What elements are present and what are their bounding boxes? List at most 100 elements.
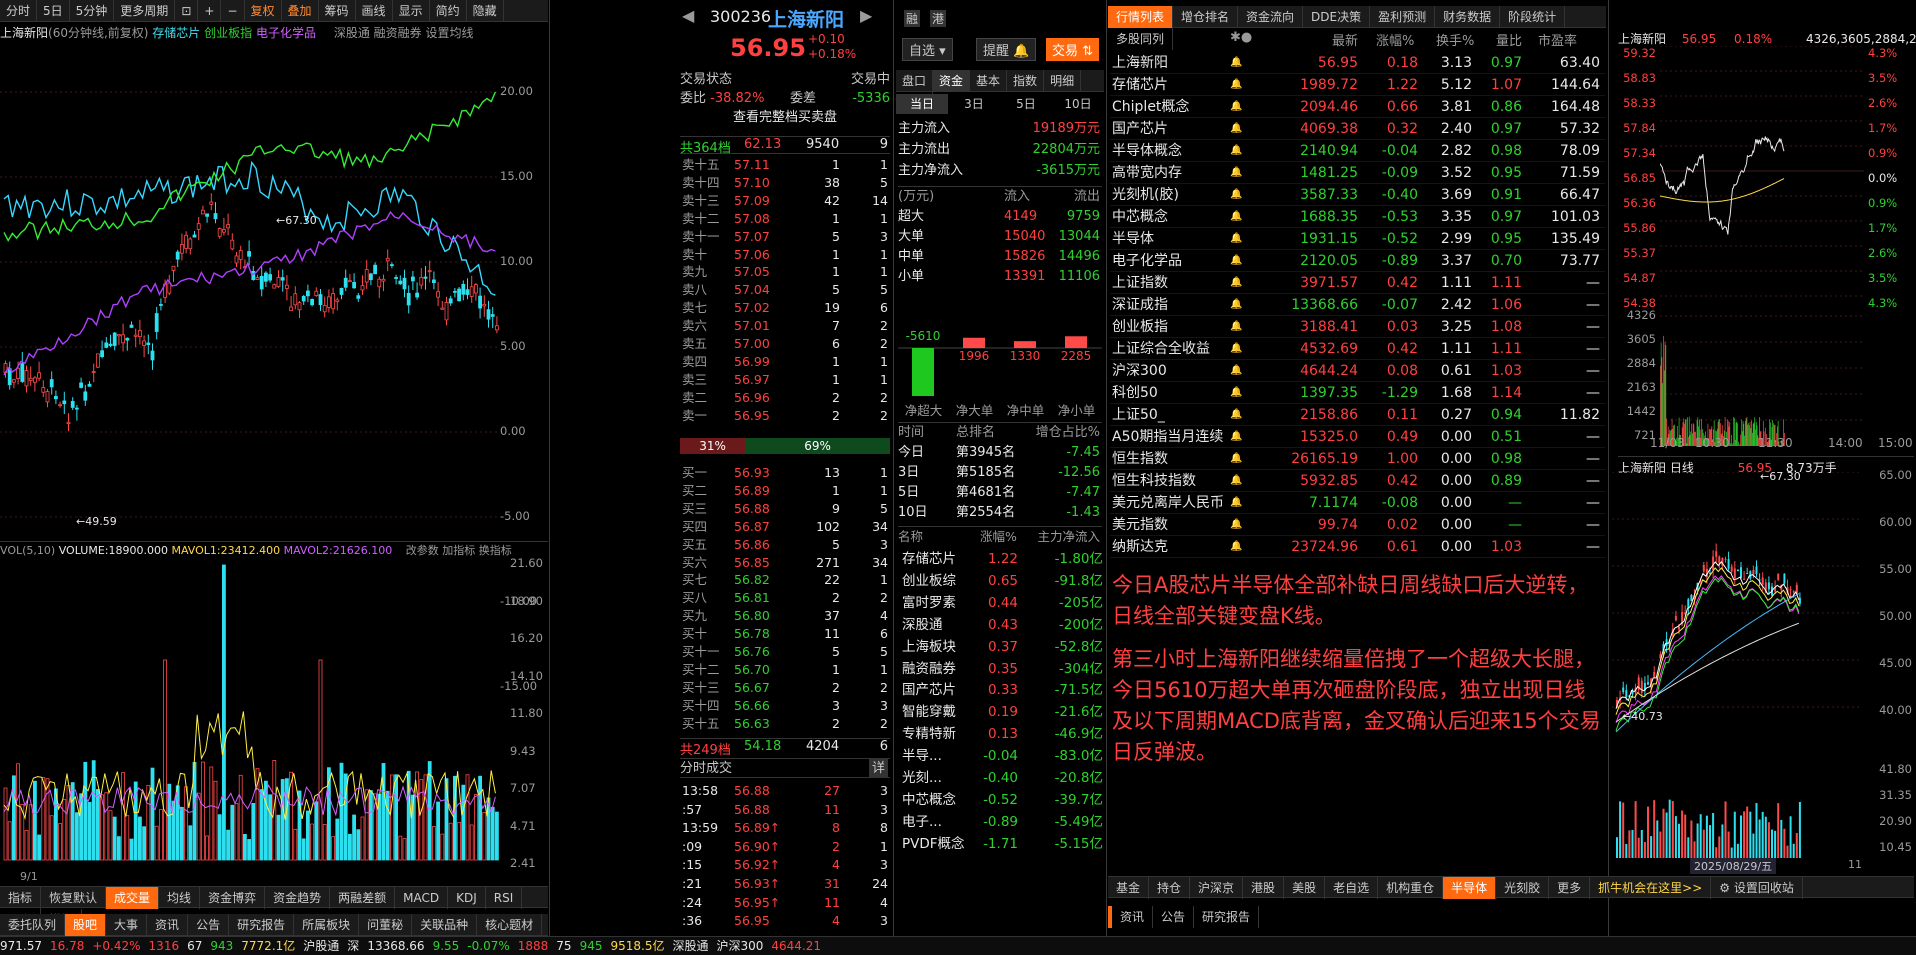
ticks-detail-button[interactable]: 详 [868, 759, 888, 778]
simple-button[interactable]: 简约 [430, 0, 467, 22]
overlay-storage[interactable]: 存储芯片 [152, 26, 200, 40]
overlay-chem[interactable]: 电子化学品 [256, 26, 316, 40]
bell-icon[interactable]: 🔔 [1230, 294, 1242, 316]
news-tab-2[interactable]: 大事 [106, 914, 148, 936]
bottom-tab-3[interactable]: 港股 [1243, 877, 1285, 899]
adjust-button[interactable]: 复权 [245, 0, 282, 22]
bottom-tab-2[interactable]: 沪深京 [1190, 877, 1244, 899]
news-tab-7[interactable]: 问董秘 [359, 914, 413, 936]
bottom-tab-0[interactable]: 基金 [1108, 877, 1150, 899]
indicator-tab-7[interactable]: MACD [395, 887, 449, 909]
bell-icon[interactable]: 🔔 [1230, 206, 1242, 228]
prev-stock-icon[interactable]: ◀ [682, 6, 694, 25]
indicator-tab-0[interactable]: 指标 [0, 887, 42, 909]
link-ma-settings[interactable]: 设置均线 [426, 26, 474, 40]
quote-tab-0[interactable]: 行情列表 [1108, 6, 1174, 28]
fund-tab-2[interactable]: 基本 [970, 70, 1008, 92]
bell-icon[interactable]: 🔔 [1230, 184, 1242, 206]
fund-tab-0[interactable]: 盘口 [896, 70, 934, 92]
quote-row[interactable]: Chiplet概念 🔔 2094.46 0.66 3.81 0.86 164.48 [1110, 96, 1605, 118]
bell-icon[interactable]: 🔔 [1230, 382, 1242, 404]
news-tab-9[interactable]: 核心题材 [477, 914, 543, 936]
bell-icon[interactable]: 🔔 [1230, 426, 1242, 448]
overlay-button[interactable]: 叠加 [282, 0, 319, 22]
display-button[interactable]: 显示 [393, 0, 430, 22]
sector-row[interactable]: 半导... -0.04 -83.0亿 [900, 745, 1105, 767]
sector-row[interactable]: PVDF概念 -1.71 -5.15亿 [900, 833, 1105, 855]
link-shgt[interactable]: 深股通 [334, 26, 370, 40]
bell-icon[interactable]: 🔔 [1230, 492, 1242, 514]
volume-chart[interactable] [0, 560, 510, 865]
indicator-tab-9[interactable]: RSI [486, 887, 523, 909]
bottom-tab-5[interactable]: 老自选 [1325, 877, 1379, 899]
indicator-tab-6[interactable]: 两融差额 [330, 887, 396, 909]
bell-icon[interactable]: 🔔 [1230, 316, 1242, 338]
trade-button[interactable]: 交易 ⇅ [1046, 38, 1100, 61]
fund-period-2[interactable]: 5日 [1000, 94, 1052, 114]
fund-tab-1[interactable]: 资金 [933, 70, 971, 92]
period-5min[interactable]: 5分钟 [70, 0, 115, 22]
bell-icon[interactable]: 🔔 [1230, 250, 1242, 272]
quote-row[interactable]: 高带宽内存 🔔 1481.25 -0.09 3.52 0.95 71.59 [1110, 162, 1605, 184]
bell-icon[interactable]: 🔔 [1230, 360, 1242, 382]
quote-row[interactable]: 科创50 🔔 1397.35 -1.29 1.68 1.14 — [1110, 382, 1605, 404]
quote-row[interactable]: 半导体概念 🔔 2140.94 -0.04 2.82 0.98 78.09 [1110, 140, 1605, 162]
sector-row[interactable]: 深股通 0.43 -200亿 [900, 614, 1105, 636]
quote-row[interactable]: 上证指数 🔔 3971.57 0.42 1.11 1.11 — [1110, 272, 1605, 294]
indicator-tab-1[interactable]: 恢复默认 [41, 887, 107, 909]
quote-row[interactable]: 深证成指 🔔 13368.66 -0.07 2.42 1.06 — [1110, 294, 1605, 316]
quote-tab-4[interactable]: 盈利预测 [1370, 6, 1436, 28]
quote-row[interactable]: 上证综合全收益 🔔 4532.69 0.42 1.11 1.11 — [1110, 338, 1605, 360]
fund-tab-3[interactable]: 指数 [1007, 70, 1045, 92]
sector-row[interactable]: 电子... -0.89 -5.49亿 [900, 811, 1105, 833]
lock-icon[interactable]: ⊡ [175, 0, 199, 22]
mini-intraday-chart[interactable] [1660, 46, 1864, 446]
news-tab-5[interactable]: 研究报告 [229, 914, 295, 936]
bell-icon[interactable]: 🔔 [1230, 338, 1242, 360]
quote-row[interactable]: 恒生指数 🔔 26165.19 1.00 0.00 0.98 — [1110, 448, 1605, 470]
bell-icon[interactable]: 🔔 [1230, 74, 1242, 96]
bottom-tab-7[interactable]: 半导体 [1443, 877, 1497, 899]
sector-row[interactable]: 创业板综 0.65 -91.8亿 [900, 570, 1105, 592]
sector-row[interactable]: 上海板块 0.37 -52.8亿 [900, 636, 1105, 658]
news-tab-6[interactable]: 所属板块 [294, 914, 360, 936]
quote-row[interactable]: A50期指当月连续 🔔 15325.0 0.49 0.00 0.51 — [1110, 426, 1605, 448]
quote-row[interactable]: 半导体 🔔 1931.15 -0.52 2.99 0.95 135.49 [1110, 228, 1605, 250]
quote-row[interactable]: 沪深300 🔔 4644.24 0.08 0.61 1.03 — [1110, 360, 1605, 382]
plus-icon[interactable]: + [198, 0, 222, 22]
vol-switch-indicator[interactable]: 换指标 [479, 544, 512, 557]
quote-row[interactable]: 国产芯片 🔔 4069.38 0.32 2.40 0.97 57.32 [1110, 118, 1605, 140]
indicator-tab-2[interactable]: 成交量 [106, 887, 160, 909]
bell-icon[interactable]: 🔔 [1230, 118, 1242, 140]
sub-tab-2[interactable]: 研究报告 [1194, 906, 1260, 928]
sector-row[interactable]: 富时罗素 0.44 -205亿 [900, 592, 1105, 614]
bell-icon[interactable]: 🔔 [1230, 162, 1242, 184]
quote-tab-3[interactable]: DDE决策 [1303, 6, 1371, 28]
bell-icon[interactable]: 🔔 [1230, 140, 1242, 162]
quote-tab-6[interactable]: 阶段统计 [1500, 6, 1566, 28]
indicator-tab-8[interactable]: KDJ [448, 887, 486, 909]
bell-icon[interactable]: 🔔 [1230, 228, 1242, 250]
sector-row[interactable]: 光刻... -0.40 -20.8亿 [900, 767, 1105, 789]
quote-row[interactable]: 上海新阳 🔔 56.95 0.18 3.13 0.97 63.40 [1110, 52, 1605, 74]
news-tab-4[interactable]: 公告 [188, 914, 230, 936]
quote-row[interactable]: 光刻机(胶) 🔔 3587.33 -0.40 3.69 0.91 66.47 [1110, 184, 1605, 206]
fund-period-0[interactable]: 当日 [896, 94, 948, 114]
quote-row[interactable]: 美元兑离岸人民币 🔔 7.1174 -0.08 0.00 — — [1110, 492, 1605, 514]
fund-period-3[interactable]: 10日 [1052, 94, 1104, 114]
sub-tab-0[interactable]: 资讯 [1112, 906, 1154, 928]
sub-tab-1[interactable]: 公告 [1153, 906, 1195, 928]
quote-row[interactable]: 恒生科技指数 🔔 5932.85 0.42 0.00 0.89 — [1110, 470, 1605, 492]
quote-row[interactable]: 中芯概念 🔔 1688.35 -0.53 3.35 0.97 101.03 [1110, 206, 1605, 228]
overlay-chinext[interactable]: 创业板指 [204, 26, 252, 40]
vol-add-indicator[interactable]: 加指标 [442, 544, 475, 557]
sector-row[interactable]: 存储芯片 1.22 -1.80亿 [900, 548, 1105, 570]
sector-row[interactable]: 智能穿戴 0.19 -21.6亿 [900, 701, 1105, 723]
hide-button[interactable]: 隐藏 [467, 0, 504, 22]
minus-icon[interactable]: − [221, 0, 245, 22]
quote-row[interactable]: 创业板指 🔔 3188.41 0.03 3.25 1.08 — [1110, 316, 1605, 338]
full-book-button[interactable]: 查看完整档买卖盘 [680, 108, 890, 128]
period-intraday[interactable]: 分时 [0, 0, 38, 22]
indicator-tab-4[interactable]: 资金博弈 [200, 887, 266, 909]
quote-row[interactable]: 美元指数 🔔 99.74 0.02 0.00 — — [1110, 514, 1605, 536]
